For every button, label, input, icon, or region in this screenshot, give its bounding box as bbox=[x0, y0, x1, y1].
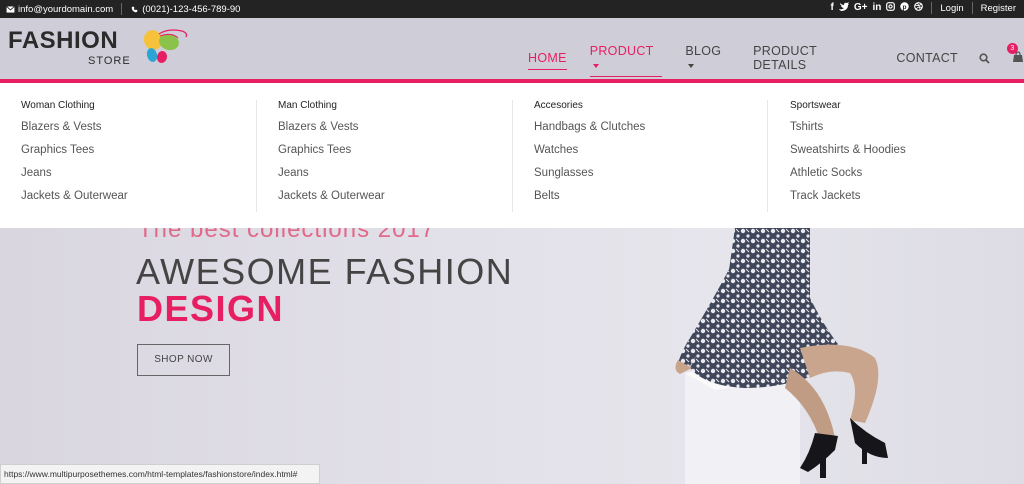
menu-link[interactable]: Track Jackets bbox=[790, 189, 1024, 204]
phone-contact[interactable]: (0021)-123-456-789-90 bbox=[130, 4, 240, 15]
hero-heading-accent: DESIGN bbox=[137, 288, 285, 329]
menu-column-man-clothing: Man Clothing Blazers & Vests Graphics Te… bbox=[278, 100, 523, 215]
menu-link[interactable]: Athletic Socks bbox=[790, 166, 1024, 181]
menu-column-title: Woman Clothing bbox=[21, 100, 95, 111]
column-divider bbox=[512, 100, 513, 212]
login-link[interactable]: Login bbox=[940, 3, 963, 14]
site-logo[interactable]: FASHION STORE bbox=[8, 27, 131, 68]
shop-now-button[interactable]: SHOP NOW bbox=[137, 344, 230, 376]
linkedin-icon[interactable]: in bbox=[872, 2, 881, 14]
nav-product-details[interactable]: PRODUCT DETAILS bbox=[753, 44, 873, 72]
svg-text:p: p bbox=[903, 4, 907, 11]
fashion-model-image bbox=[675, 228, 888, 484]
nav-blog[interactable]: BLOG bbox=[685, 44, 730, 72]
browser-status-bar: https://www.multipurposethemes.com/html-… bbox=[0, 464, 320, 484]
phone-text: (0021)-123-456-789-90 bbox=[142, 3, 241, 15]
menu-link[interactable]: Jackets & Outerwear bbox=[278, 189, 523, 204]
cart-count-badge: 3 bbox=[1007, 42, 1018, 54]
envelope-icon bbox=[6, 5, 15, 13]
menu-column-title: Man Clothing bbox=[278, 100, 337, 111]
menu-link[interactable]: Watches bbox=[534, 143, 779, 158]
search-icon[interactable] bbox=[979, 52, 990, 64]
menu-column-accesories: Accesories Handbags & Clutches Watches S… bbox=[534, 100, 779, 215]
menu-column-title: Sportswear bbox=[790, 100, 841, 111]
menu-link[interactable]: Tshirts bbox=[790, 120, 1024, 135]
chevron-down-icon bbox=[688, 63, 695, 68]
cart-button[interactable]: 3 bbox=[1007, 42, 1024, 66]
menu-link[interactable]: Jackets & Outerwear bbox=[21, 189, 266, 204]
email-text: info@yourdomain.com bbox=[18, 3, 114, 15]
menu-link[interactable]: Sunglasses bbox=[534, 166, 779, 181]
twitter-icon[interactable] bbox=[838, 2, 849, 14]
column-divider bbox=[767, 100, 768, 212]
logo-text-primary: FASHION bbox=[8, 27, 119, 54]
dribbble-icon[interactable] bbox=[914, 2, 924, 14]
menu-link[interactable]: Graphics Tees bbox=[278, 143, 523, 158]
nav-blog-label: BLOG bbox=[685, 44, 722, 58]
product-mega-menu: Woman Clothing Blazers & Vests Graphics … bbox=[0, 83, 1024, 228]
menu-link[interactable]: Jeans bbox=[278, 166, 523, 181]
register-link[interactable]: Register bbox=[981, 3, 1016, 14]
divider bbox=[971, 2, 973, 14]
pinterest-icon[interactable]: p bbox=[900, 2, 910, 14]
menu-link[interactable]: Graphics Tees bbox=[21, 143, 266, 158]
menu-link[interactable]: Handbags & Clutches bbox=[534, 120, 779, 135]
instagram-icon[interactable] bbox=[886, 2, 896, 14]
hero-tagline: The best collections 2017 bbox=[138, 228, 436, 243]
main-nav: HOME PRODUCT BLOG PRODUCT DETAILS CONTAC… bbox=[528, 42, 1024, 77]
email-contact[interactable]: info@yourdomain.com bbox=[6, 4, 113, 15]
facebook-icon[interactable]: f bbox=[831, 2, 834, 14]
menu-link[interactable]: Sweatshirts & Hoodies bbox=[790, 143, 1024, 158]
menu-link[interactable]: Blazers & Vests bbox=[21, 120, 266, 135]
logo-text-secondary: STORE bbox=[88, 55, 131, 67]
phone-icon bbox=[131, 6, 138, 12]
top-bar: info@yourdomain.com (0021)-123-456-789-9… bbox=[0, 0, 1024, 18]
nav-home[interactable]: HOME bbox=[528, 51, 567, 70]
nav-contact[interactable]: CONTACT bbox=[896, 51, 958, 65]
google-plus-icon[interactable]: G+ bbox=[854, 2, 868, 14]
nav-product[interactable]: PRODUCT bbox=[589, 44, 663, 77]
menu-link[interactable]: Jeans bbox=[21, 166, 266, 181]
menu-column-woman-clothing: Woman Clothing Blazers & Vests Graphics … bbox=[21, 100, 266, 215]
menu-column-title: Accesories bbox=[534, 100, 583, 111]
main-header: FASHION STORE HOME PRODUCT BLOG PRODUCT … bbox=[0, 18, 1024, 79]
divider bbox=[931, 2, 933, 14]
menu-link[interactable]: Belts bbox=[534, 189, 779, 204]
nav-product-label: PRODUCT bbox=[589, 44, 654, 58]
column-divider bbox=[256, 100, 257, 212]
butterfly-logo-icon bbox=[143, 29, 188, 63]
hero-heading: AWESOME FASHION bbox=[136, 251, 514, 292]
menu-link[interactable]: Blazers & Vests bbox=[278, 120, 523, 135]
chevron-down-icon bbox=[592, 63, 599, 68]
social-links: f G+ in p bbox=[831, 2, 924, 14]
menu-column-sportswear: Sportswear Tshirts Sweatshirts & Hoodies… bbox=[790, 100, 1024, 215]
divider bbox=[121, 3, 123, 15]
hero-banner: The best collections 2017 AWESOME FASHIO… bbox=[0, 228, 1024, 484]
